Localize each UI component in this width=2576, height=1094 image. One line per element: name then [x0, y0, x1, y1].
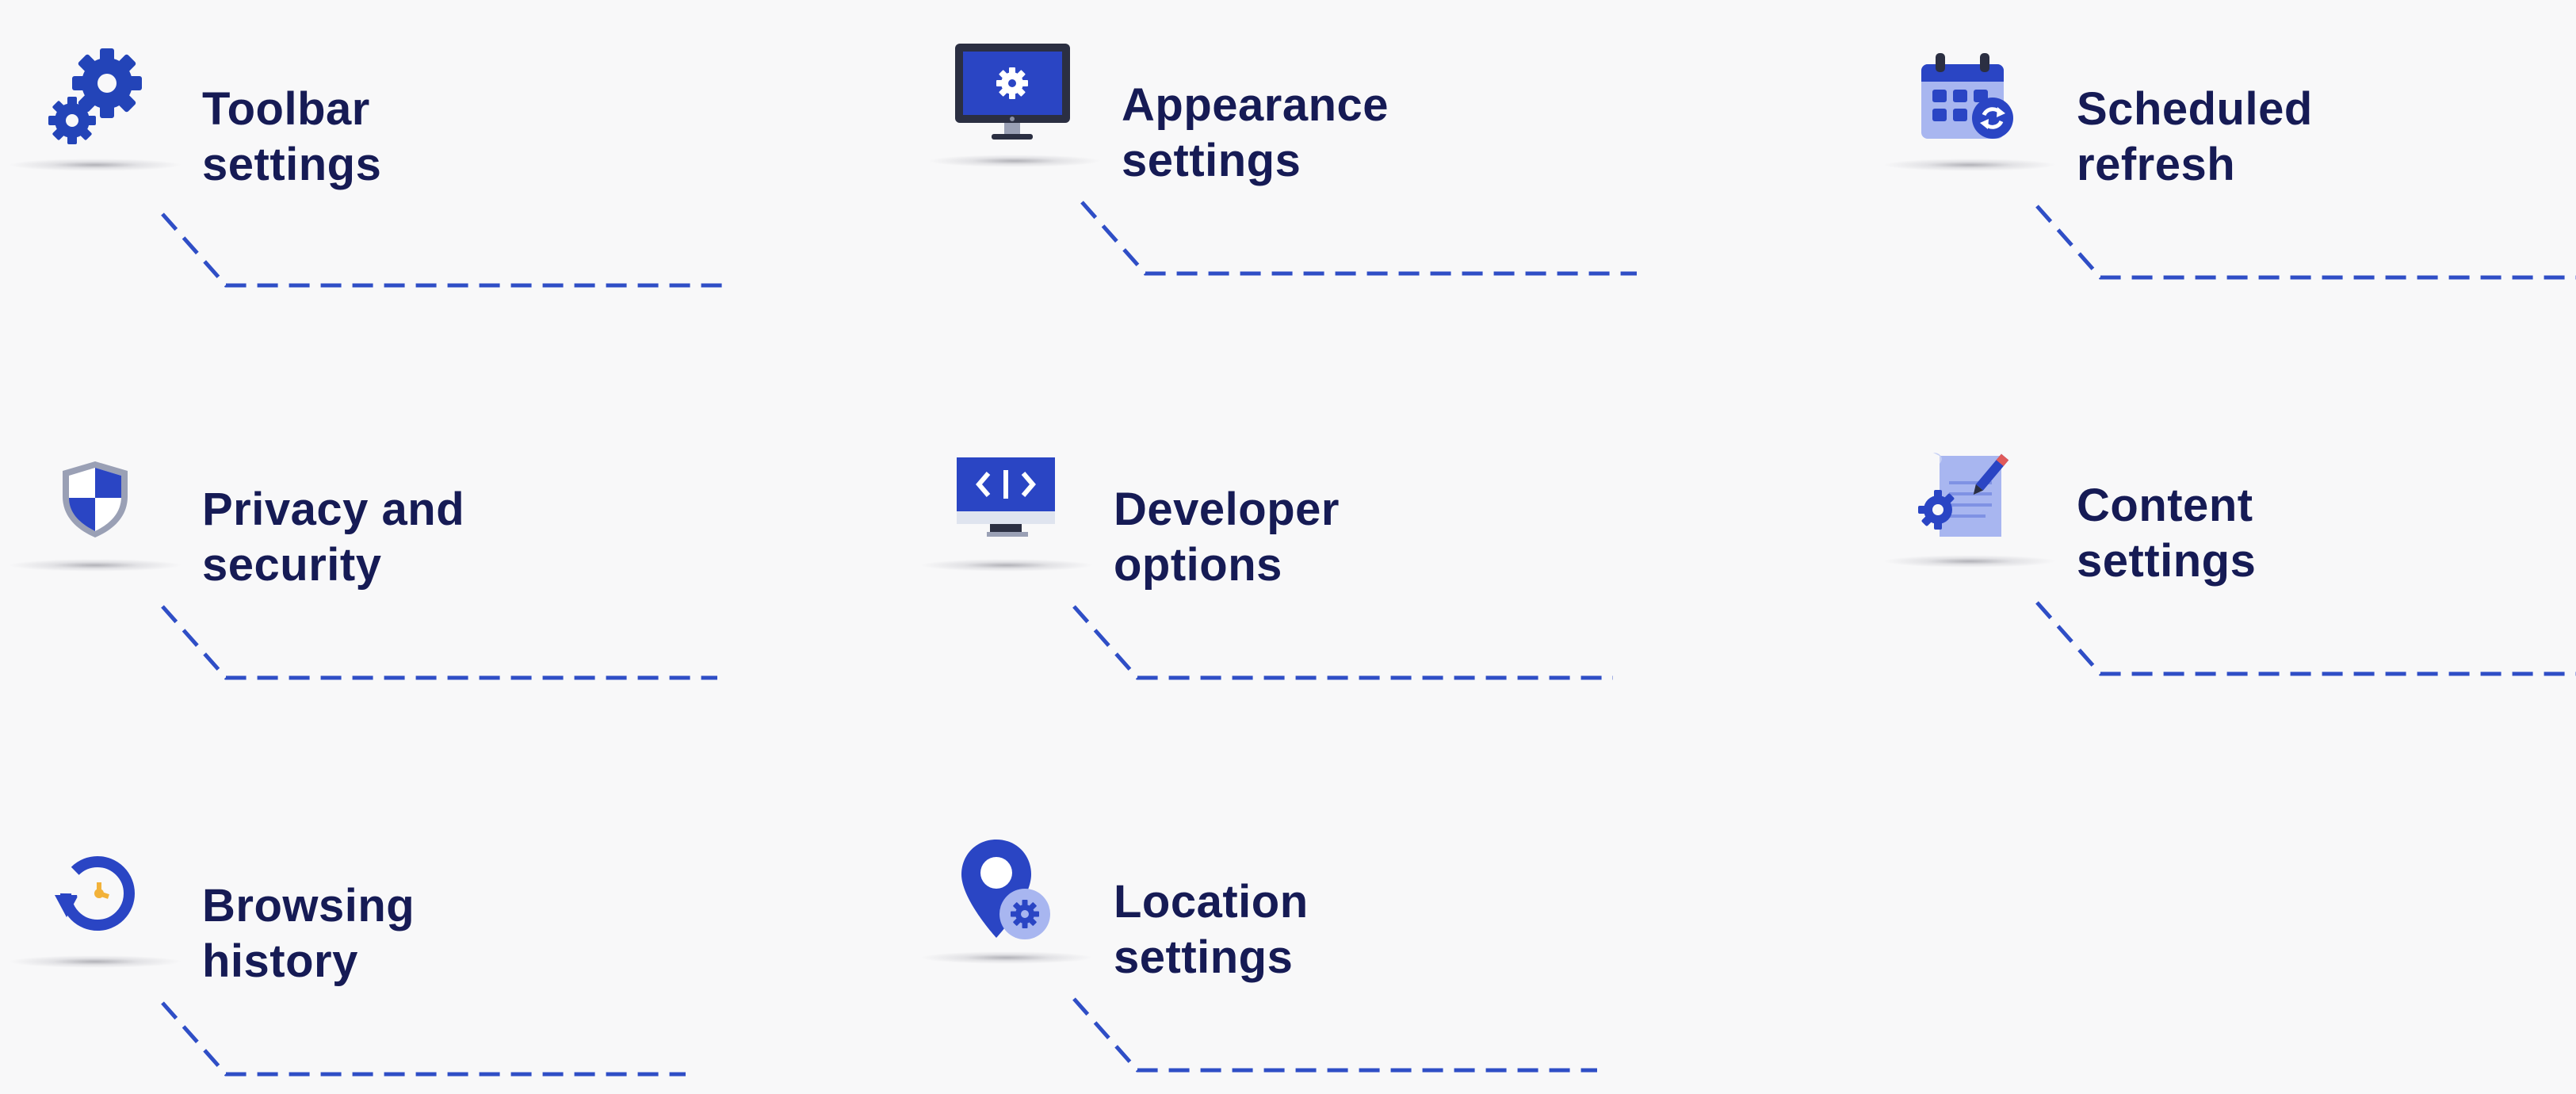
location-settings-tile[interactable]: Location settings — [919, 805, 1680, 1090]
appearance-settings-tile[interactable]: Appearance settings — [927, 8, 1688, 293]
dashed-connector — [161, 605, 717, 680]
tile-title-line2: settings — [202, 139, 382, 190]
tile-title-line2: settings — [2077, 535, 2257, 587]
icon-shadow — [1882, 159, 2057, 171]
icon-shadow — [919, 951, 1094, 964]
content-settings-tile[interactable]: Content settings — [1882, 408, 2576, 694]
icon-shadow — [919, 559, 1094, 572]
tile-title-line1: Privacy and — [202, 484, 465, 535]
dashed-connector — [161, 1001, 686, 1077]
tile-title-line2: security — [202, 539, 382, 591]
tile-title-line1: Location — [1114, 876, 1309, 928]
icon-shadow — [8, 159, 182, 171]
dashed-connector — [161, 212, 725, 288]
tile-title-line2: options — [1114, 539, 1282, 591]
privacy-security-tile[interactable]: Privacy and security — [8, 412, 769, 698]
tile-title: Toolbar settings — [202, 82, 381, 193]
icon-shadow — [8, 559, 182, 572]
tile-title: Content settings — [2077, 478, 2256, 589]
toolbar-settings-tile[interactable]: Toolbar settings — [8, 12, 769, 297]
tile-title: Browsing history — [202, 878, 415, 989]
icon-shadow — [1882, 555, 2057, 568]
tile-title: Location settings — [1114, 874, 1309, 985]
dashed-connector — [2035, 601, 2576, 676]
icon-shadow — [927, 155, 1102, 167]
dashed-connector — [1072, 605, 1613, 680]
icon-shadow — [8, 955, 182, 968]
tile-title-line1: Content — [2077, 480, 2253, 531]
tile-title-line1: Developer — [1114, 484, 1340, 535]
tile-title-line2: refresh — [2077, 139, 2236, 190]
tile-title-line1: Scheduled — [2077, 83, 2313, 135]
browsing-history-tile[interactable]: Browsing history — [8, 809, 769, 1094]
tile-title-line1: Toolbar — [202, 83, 370, 135]
tile-title-line1: Appearance — [1122, 79, 1389, 131]
scheduled-refresh-tile[interactable]: Scheduled refresh — [1882, 12, 2576, 297]
dashed-connector — [1072, 997, 1597, 1073]
tile-title: Appearance settings — [1122, 78, 1389, 189]
dashed-connector — [1080, 201, 1637, 276]
tile-title-line2: history — [202, 935, 358, 987]
tile-title: Privacy and security — [202, 482, 464, 593]
tile-title-line2: settings — [1114, 931, 1294, 983]
tile-title-line1: Browsing — [202, 880, 415, 931]
dashed-connector — [2035, 205, 2576, 280]
tile-title: Scheduled refresh — [2077, 82, 2313, 193]
developer-options-tile[interactable]: Developer options — [919, 412, 1680, 698]
tile-title-line2: settings — [1122, 135, 1301, 186]
tile-title: Developer options — [1114, 482, 1340, 593]
